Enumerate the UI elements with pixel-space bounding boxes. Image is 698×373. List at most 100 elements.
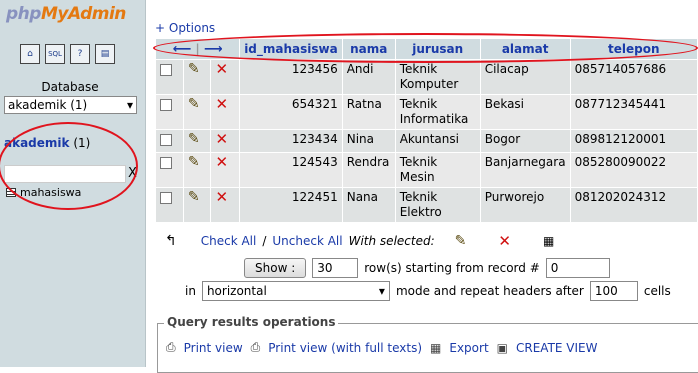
clear-filter-button[interactable]: X [128, 166, 137, 181]
cell-jurusan: Teknik Komputer [395, 60, 480, 94]
edit-icon[interactable]: ✎ [188, 154, 200, 170]
row-checkbox[interactable] [160, 157, 172, 169]
print-view-link[interactable]: Print view [184, 341, 243, 355]
cell-alamat: Banjarnegara [480, 153, 570, 187]
database-label: Database [41, 80, 99, 94]
orientation-select[interactable]: horizontal ▾ [201, 281, 390, 301]
column-header-id[interactable]: id_mahasiswa [240, 39, 342, 59]
table-row: ✎ ✕ 123456 Andi Teknik Komputer Cilacap 0… [156, 60, 697, 94]
chevron-down-icon: ▾ [126, 98, 133, 112]
table-row: ✎ ✕ 124543 Rendra Teknik Mesin Banjarnega… [156, 153, 697, 187]
in-label: in [185, 284, 196, 298]
table-row: ✎ ✕ 654321 Ratna Teknik Informatika Bekas… [156, 95, 697, 129]
row-checkbox[interactable] [160, 192, 172, 204]
cell-alamat: Cilacap [480, 60, 570, 94]
cell-jurusan: Teknik Mesin [395, 153, 480, 187]
table-icon [6, 188, 16, 197]
display-mode-form: in horizontal ▾ mode and repeat headers a… [185, 281, 671, 301]
edit-icon[interactable]: ✎ [188, 189, 200, 205]
cell-alamat: Bogor [480, 130, 570, 152]
table-filter-input[interactable] [4, 165, 126, 183]
column-header-alamat[interactable]: alamat [480, 39, 570, 59]
export-icon: ▦ [430, 340, 442, 355]
cell-id: 123434 [240, 130, 342, 152]
row-checkbox[interactable] [160, 134, 172, 146]
delete-icon[interactable]: ✕ [215, 188, 228, 206]
database-link[interactable]: akademik (1) [4, 136, 90, 150]
uncheck-all-link[interactable]: Uncheck All [272, 234, 342, 248]
cell-alamat: Purworejo [480, 188, 570, 222]
arrow-right-icon[interactable]: ⟶ [204, 42, 223, 57]
cell-jurusan: Teknik Informatika [395, 95, 480, 129]
column-header-telepon[interactable]: telepon [570, 39, 697, 59]
cell-nama: Nana [342, 188, 395, 222]
query-results-operations: Query results operations ⎙ Print view ⎙ … [157, 315, 698, 373]
options-link[interactable]: + Options [155, 21, 215, 35]
delete-selected-icon[interactable]: ✕ [498, 232, 511, 250]
edit-icon[interactable]: ✎ [188, 96, 200, 112]
print-icon: ⎙ [166, 340, 176, 354]
row-checkbox[interactable] [160, 99, 172, 111]
cell-id: 123456 [240, 60, 342, 94]
cell-telepon: 085280090022 [570, 153, 697, 187]
home-icon[interactable]: ⌂ [20, 44, 40, 64]
delete-icon[interactable]: ✕ [215, 130, 228, 148]
cells-label: cells [643, 284, 671, 298]
results-table: ⟵ | ⟶ id_mahasiswa nama jurusan alamat t… [155, 38, 698, 223]
query-window-icon[interactable]: ▤ [95, 44, 115, 64]
with-selected-label: With selected: [348, 234, 435, 248]
column-header-nama[interactable]: nama [342, 39, 395, 59]
table-row: ✎ ✕ 122451 Nana Teknik Elektro Purworejo … [156, 188, 697, 222]
repeat-headers-input[interactable]: 100 [589, 281, 638, 301]
delete-icon[interactable]: ✕ [215, 60, 228, 78]
check-all-link[interactable]: Check All [201, 234, 257, 248]
create-view-link[interactable]: CREATE VIEW [516, 341, 598, 355]
export-selected-icon[interactable]: ▦ [543, 234, 554, 248]
cell-telepon: 081202024312 [570, 188, 697, 222]
cell-telepon: 087712345441 [570, 95, 697, 129]
sort-arrows-header: ⟵ | ⟶ [156, 39, 240, 59]
table-row: ✎ ✕ 123434 Nina Akuntansi Bogor 08981212… [156, 130, 697, 152]
show-button[interactable]: Show : [244, 258, 307, 278]
cell-nama: Andi [342, 60, 395, 94]
separator: / [262, 234, 267, 248]
bulk-actions: ↰ Check All / Uncheck All With selected:… [165, 232, 554, 250]
rows-count-input[interactable]: 30 [312, 258, 359, 278]
show-rows-form: Show : 30 row(s) starting from record # … [244, 258, 610, 278]
cell-nama: Rendra [342, 153, 395, 187]
cell-nama: Ratna [342, 95, 395, 129]
rows-label: row(s) starting from record # [364, 261, 540, 275]
create-view-icon: ▣ [496, 340, 508, 355]
cell-jurusan: Akuntansi [395, 130, 480, 152]
cell-telepon: 085714057686 [570, 60, 697, 94]
edit-icon[interactable]: ✎ [188, 61, 200, 77]
chevron-down-icon: ▾ [378, 284, 385, 298]
cell-id: 654321 [240, 95, 342, 129]
arrow-left-icon[interactable]: ⟵ [173, 42, 192, 57]
delete-icon[interactable]: ✕ [215, 153, 228, 171]
print-view-full-link[interactable]: Print view (with full texts) [268, 341, 422, 355]
cell-nama: Nina [342, 130, 395, 152]
cell-alamat: Bekasi [480, 95, 570, 129]
column-header-jurusan[interactable]: jurusan [395, 39, 480, 59]
sql-icon[interactable]: SQL [45, 44, 65, 64]
sidebar-item-mahasiswa[interactable]: mahasiswa [6, 186, 81, 199]
cell-id: 124543 [240, 153, 342, 187]
export-link[interactable]: Export [449, 341, 488, 355]
arrow-up-left-icon: ↰ [165, 233, 177, 249]
edit-selected-icon[interactable]: ✎ [455, 233, 467, 249]
print-icon: ⎙ [250, 340, 261, 354]
start-record-input[interactable]: 0 [545, 258, 610, 278]
cell-telepon: 089812120001 [570, 130, 697, 152]
database-select[interactable]: akademik (1) ▾ [4, 96, 137, 114]
cell-jurusan: Teknik Elektro [395, 188, 480, 222]
cell-id: 122451 [240, 188, 342, 222]
help-icon[interactable]: ? [70, 44, 90, 64]
phpmyadmin-logo[interactable]: phpMyAdmin [6, 4, 126, 24]
main-content: + Options ⟵ | ⟶ id_mahasiswa nama jurusa… [147, 0, 698, 373]
repeat-headers-label: mode and repeat headers after [395, 284, 584, 298]
query-ops-legend: Query results operations [164, 315, 339, 329]
row-checkbox[interactable] [160, 64, 172, 76]
delete-icon[interactable]: ✕ [215, 95, 228, 113]
edit-icon[interactable]: ✎ [188, 131, 200, 147]
